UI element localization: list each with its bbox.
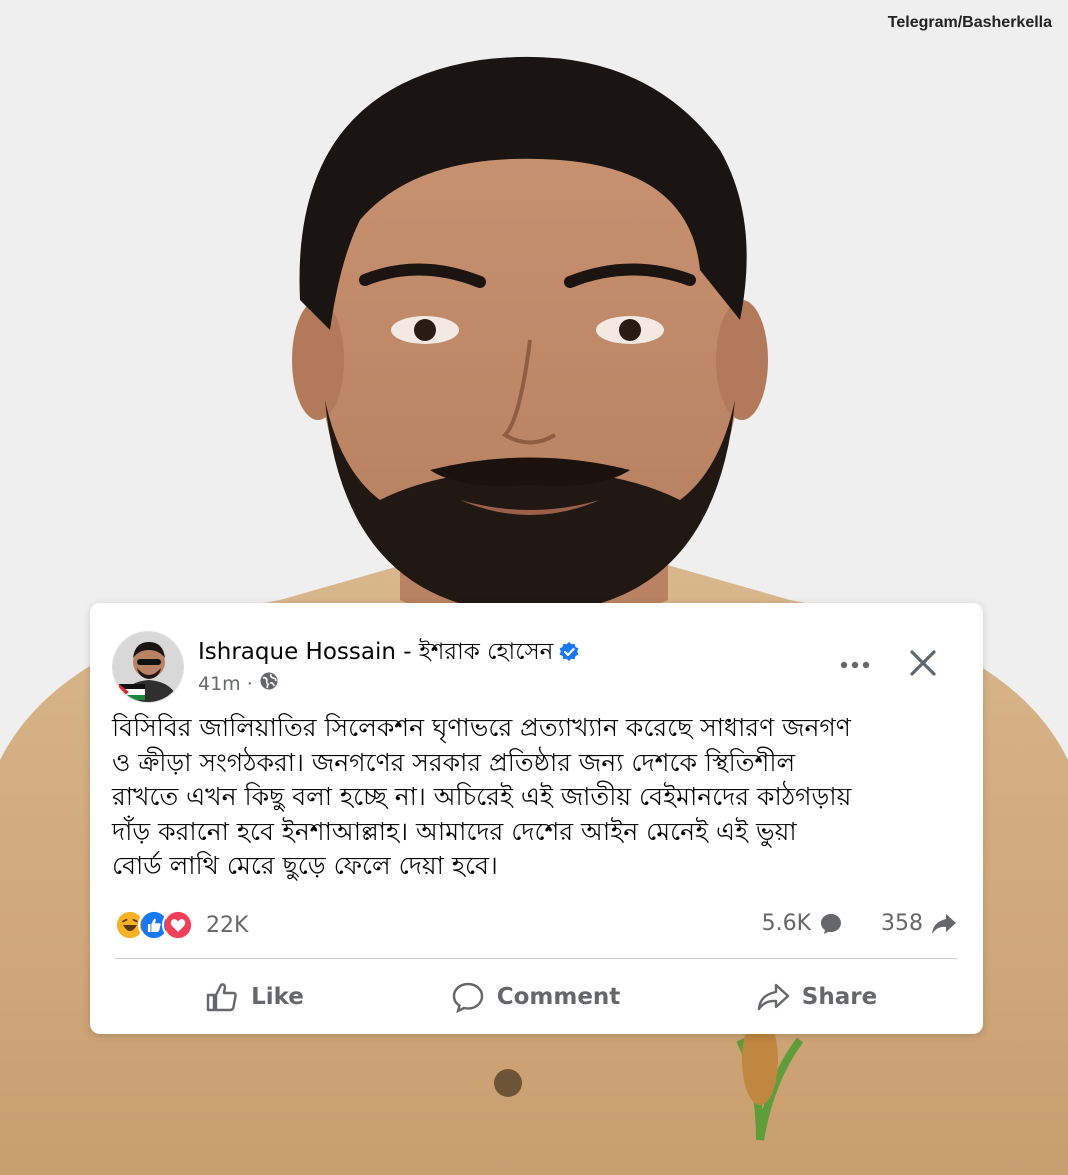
share-icon xyxy=(757,983,789,1011)
post-meta: 41m · xyxy=(198,671,279,696)
comment-count[interactable]: 5.6K xyxy=(762,911,811,936)
post-text-line: রাখতে এখন কিছু বলা হচ্ছে না। অচিরেই এই জ… xyxy=(112,782,852,811)
globe-icon xyxy=(259,671,279,696)
love-reaction-icon xyxy=(162,909,194,941)
close-button[interactable] xyxy=(905,645,941,681)
post-action-bar: Like Comment Share xyxy=(114,975,957,1019)
post-text-line: দাঁড় করানো হবে ইনশাআল্লাহ। আমাদের দেশের… xyxy=(112,816,797,846)
like-button[interactable]: Like xyxy=(114,975,395,1019)
post-text-line: ও ক্রীড়া সংগঠকরা। জনগণের সরকার প্রতিষ্ঠ… xyxy=(112,747,796,777)
comment-bubble-icon xyxy=(821,913,841,934)
like-label: Like xyxy=(251,984,304,1010)
comment-label: Comment xyxy=(496,984,621,1010)
facebook-post-card: Ishraque Hossain - ইশরাক হোসেন 41m · বিস… xyxy=(90,603,983,1034)
author-name-text: Ishraque Hossain - ইশরাক হোসেন xyxy=(198,639,554,665)
avatar-image xyxy=(113,632,183,702)
verified-badge-icon xyxy=(559,642,579,668)
share-arrow-icon xyxy=(932,913,956,934)
post-body-text: বিসিবির জালিয়াতির সিলেকশন ঘৃণাভরে প্রত্… xyxy=(112,711,972,884)
reaction-count: 22K xyxy=(206,912,249,938)
close-icon xyxy=(910,650,936,676)
author-avatar[interactable] xyxy=(112,631,184,703)
share-label: Share xyxy=(801,984,878,1010)
share-button[interactable]: Share xyxy=(676,975,957,1019)
post-timestamp[interactable]: 41m xyxy=(198,673,241,695)
reactions-summary[interactable]: 22K xyxy=(114,909,248,941)
meta-separator: · xyxy=(246,672,253,695)
share-count[interactable]: 358 xyxy=(881,911,923,936)
more-options-button[interactable] xyxy=(837,647,873,683)
thumbs-up-icon xyxy=(206,983,237,1012)
post-text-line: বিসিবির জালিয়াতির সিলেকশন ঘৃণাভরে প্রত্… xyxy=(112,713,851,742)
comment-icon xyxy=(452,982,483,1013)
ellipsis-icon xyxy=(840,661,870,669)
post-author-name[interactable]: Ishraque Hossain - ইশরাক হোসেন xyxy=(198,633,579,672)
comment-button[interactable]: Comment xyxy=(395,975,676,1019)
divider xyxy=(114,958,957,959)
engagement-stats: 5.6K 358 xyxy=(762,911,957,936)
post-text-line: বোর্ড লাথি মেরে ছুড়ে ফেলে দেয়া হবে। xyxy=(112,851,498,880)
watermark-source: Telegram/Basherkella xyxy=(887,14,1052,31)
